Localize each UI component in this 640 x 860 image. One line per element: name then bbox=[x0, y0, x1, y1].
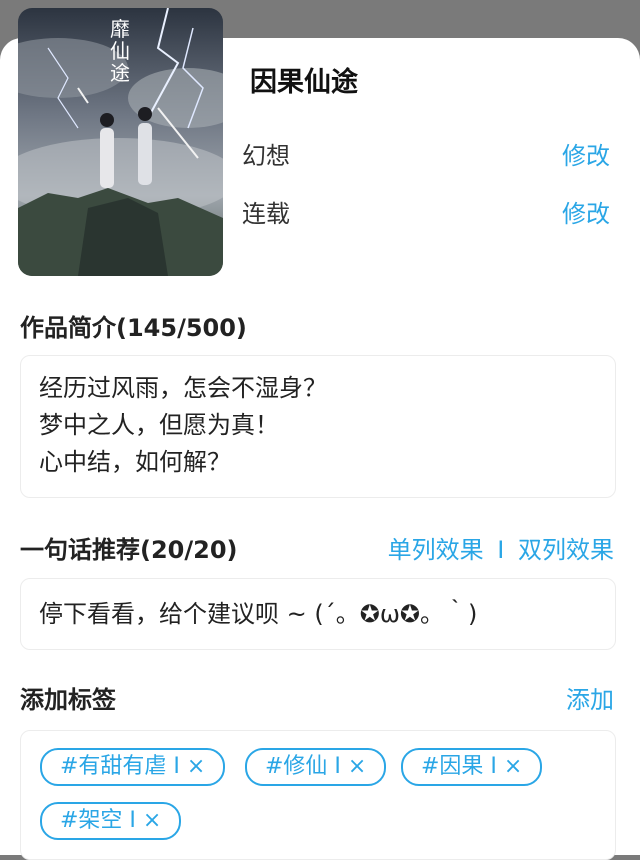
intro-heading: 作品简介(145/500) bbox=[20, 314, 247, 342]
single-column-link[interactable]: 单列效果 bbox=[388, 530, 484, 565]
tag-chip[interactable]: #因果 I × bbox=[401, 748, 543, 786]
recommend-heading: 一句话推荐(20/20) bbox=[20, 536, 238, 564]
edit-status-link[interactable]: 修改 bbox=[562, 194, 610, 229]
tag-chip[interactable]: #修仙 I × bbox=[245, 748, 387, 786]
book-cover-image[interactable]: 靡仙途 bbox=[18, 8, 223, 276]
intro-text: 经历过风雨，怎会不湿身？ 梦中之人，但愿为真！ 心中结，如何解？ bbox=[39, 374, 327, 476]
add-tag-link[interactable]: 添加 bbox=[566, 680, 614, 715]
tag-chip[interactable]: #有甜有虐 I × bbox=[40, 748, 226, 786]
status-value: 连载 bbox=[242, 200, 290, 228]
recommend-input[interactable]: 停下看看，给个建议呗 ~ (´。✪ω✪。｀) bbox=[20, 578, 616, 650]
genre-value: 幻想 bbox=[242, 142, 290, 170]
tag-chip[interactable]: #架空 I × bbox=[40, 802, 182, 840]
layout-toggle: 单列效果 I 双列效果 bbox=[388, 530, 614, 565]
layout-separator: I bbox=[497, 536, 505, 564]
recommend-text: 停下看看，给个建议呗 ~ (´。✪ω✪。｀) bbox=[39, 600, 478, 628]
book-title: 因果仙途 bbox=[250, 67, 358, 98]
intro-textarea[interactable]: 经历过风雨，怎会不湿身？ 梦中之人，但愿为真！ 心中结，如何解？ bbox=[20, 355, 616, 498]
edit-genre-link[interactable]: 修改 bbox=[562, 136, 610, 171]
tags-heading: 添加标签 bbox=[20, 686, 116, 714]
cover-title-text: 靡仙途 bbox=[110, 17, 130, 85]
double-column-link[interactable]: 双列效果 bbox=[518, 530, 614, 565]
